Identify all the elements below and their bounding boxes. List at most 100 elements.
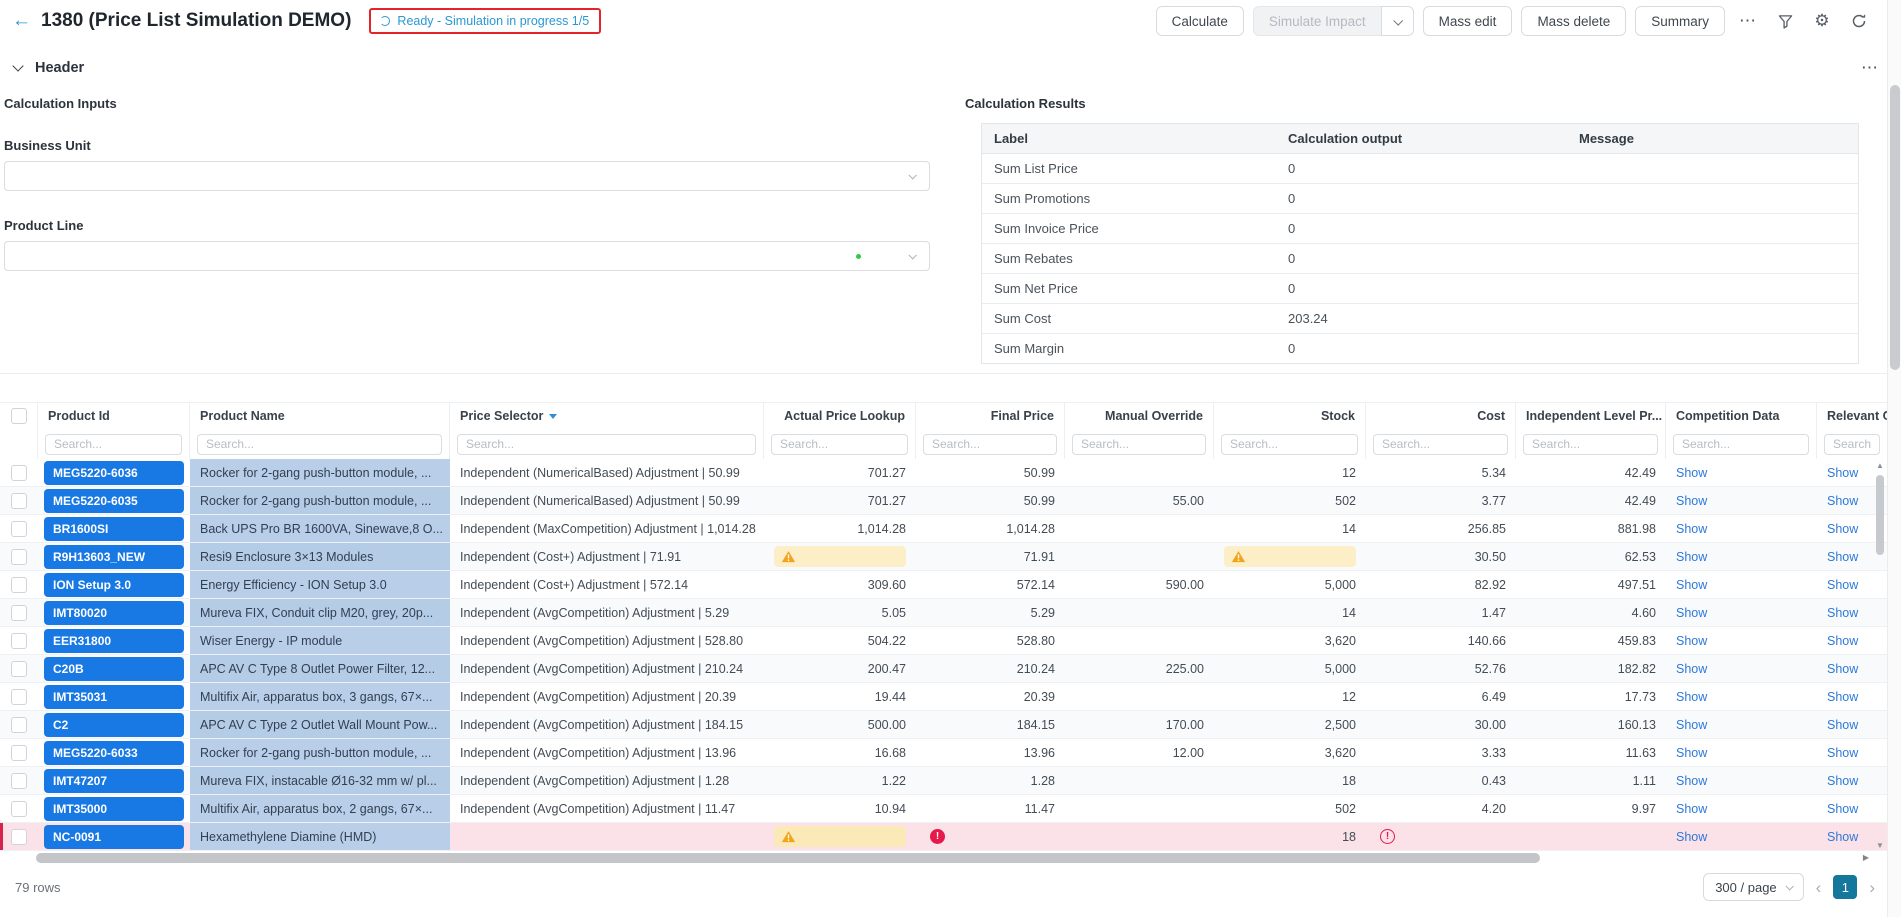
- row-checkbox[interactable]: [11, 492, 27, 509]
- column-header-name[interactable]: Product Name: [190, 403, 450, 429]
- table-row[interactable]: EER31800 Wiser Energy - IP module Independ…: [0, 627, 1887, 655]
- page-scroll-thumb[interactable]: [1890, 85, 1900, 370]
- table-row[interactable]: BR1600SI Back UPS Pro BR 1600VA, Sinewave…: [0, 515, 1887, 543]
- search-input-id[interactable]: [45, 433, 182, 455]
- search-input-stock[interactable]: [1221, 433, 1358, 455]
- search-input-selector[interactable]: [457, 433, 756, 455]
- column-header-override[interactable]: Manual Override: [1065, 403, 1214, 429]
- show-link[interactable]: Show: [1827, 774, 1858, 788]
- simulate-impact-dropdown-button[interactable]: [1380, 6, 1414, 36]
- search-input-actual[interactable]: [771, 433, 908, 455]
- show-link[interactable]: Show: [1676, 802, 1707, 816]
- warning-pill[interactable]: [774, 546, 906, 567]
- grid-vertical-scrollbar[interactable]: ▲ ▼: [1873, 459, 1887, 851]
- show-link[interactable]: Show: [1676, 466, 1707, 480]
- more-actions-icon[interactable]: ⋯: [1734, 7, 1762, 35]
- product-id-badge[interactable]: ION Setup 3.0: [44, 572, 184, 597]
- product-id-badge[interactable]: R9H13603_NEW: [44, 544, 184, 569]
- row-checkbox[interactable]: [11, 828, 27, 845]
- product-id-badge[interactable]: MEG5220-6035: [44, 488, 184, 513]
- show-link[interactable]: Show: [1676, 522, 1707, 536]
- product-line-select[interactable]: [4, 241, 930, 271]
- settings-gear-icon[interactable]: ⚙: [1808, 7, 1836, 35]
- show-link[interactable]: Show: [1676, 746, 1707, 760]
- table-row[interactable]: MEG5220-6035 Rocker for 2-gang push-butto…: [0, 487, 1887, 515]
- show-link[interactable]: Show: [1827, 522, 1858, 536]
- table-row[interactable]: IMT35000 Multifix Air, apparatus box, 2 g…: [0, 795, 1887, 823]
- summary-button[interactable]: Summary: [1635, 6, 1725, 36]
- error-circle-icon[interactable]: !: [930, 829, 945, 844]
- show-link[interactable]: Show: [1676, 494, 1707, 508]
- search-input-name[interactable]: [197, 433, 442, 455]
- product-id-badge[interactable]: C20B: [44, 656, 184, 681]
- row-checkbox[interactable]: [11, 464, 27, 481]
- product-id-badge[interactable]: IMT80020: [44, 600, 184, 625]
- row-checkbox[interactable]: [11, 716, 27, 733]
- product-id-badge[interactable]: C2: [44, 712, 184, 737]
- row-checkbox[interactable]: [11, 576, 27, 593]
- product-id-badge[interactable]: IMT35031: [44, 684, 184, 709]
- search-input-competition[interactable]: [1673, 433, 1809, 455]
- scroll-up-icon[interactable]: ▲: [1873, 459, 1887, 471]
- row-checkbox[interactable]: [11, 744, 27, 761]
- show-link[interactable]: Show: [1676, 606, 1707, 620]
- scroll-right-icon[interactable]: ▶: [1863, 853, 1869, 862]
- grid-horizontal-scrollbar[interactable]: ▶: [0, 851, 1887, 865]
- product-id-badge[interactable]: EER31800: [44, 628, 184, 653]
- error-circle-outline-icon[interactable]: !: [1380, 829, 1395, 844]
- search-input-relevant[interactable]: [1824, 433, 1880, 455]
- refresh-icon[interactable]: [1845, 7, 1873, 35]
- table-row[interactable]: C2 APC AV C Type 2 Outlet Wall Mount Pow.…: [0, 711, 1887, 739]
- status-badge[interactable]: Ready - Simulation in progress 1/5: [369, 8, 602, 34]
- column-header-final[interactable]: Final Price: [916, 403, 1065, 429]
- product-id-badge[interactable]: IMT35000: [44, 796, 184, 821]
- mass-delete-button[interactable]: Mass delete: [1521, 6, 1627, 36]
- column-header-independent[interactable]: Independent Level Pr...: [1516, 403, 1666, 429]
- header-section-more-icon[interactable]: ⋯: [1861, 58, 1879, 78]
- back-arrow-icon[interactable]: ←: [12, 10, 31, 32]
- row-checkbox[interactable]: [11, 800, 27, 817]
- warning-pill[interactable]: [1224, 546, 1356, 567]
- column-header-relevant[interactable]: Relevant Co...: [1817, 403, 1887, 429]
- show-link[interactable]: Show: [1827, 830, 1858, 844]
- product-id-badge[interactable]: MEG5220-6036: [44, 460, 184, 485]
- prev-page-icon[interactable]: ‹: [1816, 879, 1822, 896]
- warning-pill[interactable]: [774, 826, 906, 847]
- show-link[interactable]: Show: [1676, 718, 1707, 732]
- calculate-button[interactable]: Calculate: [1155, 6, 1244, 36]
- table-row[interactable]: R9H13603_NEW Resi9 Enclosure 3×13 Modules…: [0, 543, 1887, 571]
- table-row[interactable]: MEG5220-6036 Rocker for 2-gang push-butto…: [0, 459, 1887, 487]
- row-checkbox[interactable]: [11, 632, 27, 649]
- table-row[interactable]: NC-0091 Hexamethylene Diamine (HMD)! 18! Sh…: [0, 823, 1887, 851]
- show-link[interactable]: Show: [1827, 690, 1858, 704]
- table-row[interactable]: IMT35031 Multifix Air, apparatus box, 3 g…: [0, 683, 1887, 711]
- show-link[interactable]: Show: [1676, 634, 1707, 648]
- show-link[interactable]: Show: [1827, 718, 1858, 732]
- show-link[interactable]: Show: [1676, 550, 1707, 564]
- show-link[interactable]: Show: [1676, 662, 1707, 676]
- show-link[interactable]: Show: [1827, 606, 1858, 620]
- business-unit-select[interactable]: [4, 161, 930, 191]
- show-link[interactable]: Show: [1676, 578, 1707, 592]
- column-header-actual[interactable]: Actual Price Lookup: [764, 403, 916, 429]
- row-checkbox[interactable]: [11, 688, 27, 705]
- product-id-badge[interactable]: BR1600SI: [44, 516, 184, 541]
- row-checkbox[interactable]: [11, 604, 27, 621]
- horizontal-scroll-thumb[interactable]: [36, 853, 1540, 863]
- vertical-scroll-thumb[interactable]: [1876, 475, 1884, 555]
- table-row[interactable]: ION Setup 3.0 Energy Efficiency - ION Set…: [0, 571, 1887, 599]
- product-id-badge[interactable]: NC-0091: [44, 824, 184, 849]
- show-link[interactable]: Show: [1827, 634, 1858, 648]
- show-link[interactable]: Show: [1827, 494, 1858, 508]
- table-row[interactable]: C20B APC AV C Type 8 Outlet Power Filter,…: [0, 655, 1887, 683]
- page-number-button[interactable]: 1: [1833, 875, 1858, 899]
- show-link[interactable]: Show: [1827, 746, 1858, 760]
- row-checkbox[interactable]: [11, 548, 27, 565]
- show-link[interactable]: Show: [1827, 662, 1858, 676]
- simulate-impact-button[interactable]: Simulate Impact: [1252, 6, 1382, 36]
- filter-icon[interactable]: [1771, 7, 1799, 35]
- column-header-competition[interactable]: Competition Data: [1666, 403, 1817, 429]
- next-page-icon[interactable]: ›: [1869, 879, 1875, 896]
- column-header-stock[interactable]: Stock: [1214, 403, 1366, 429]
- show-link[interactable]: Show: [1827, 466, 1858, 480]
